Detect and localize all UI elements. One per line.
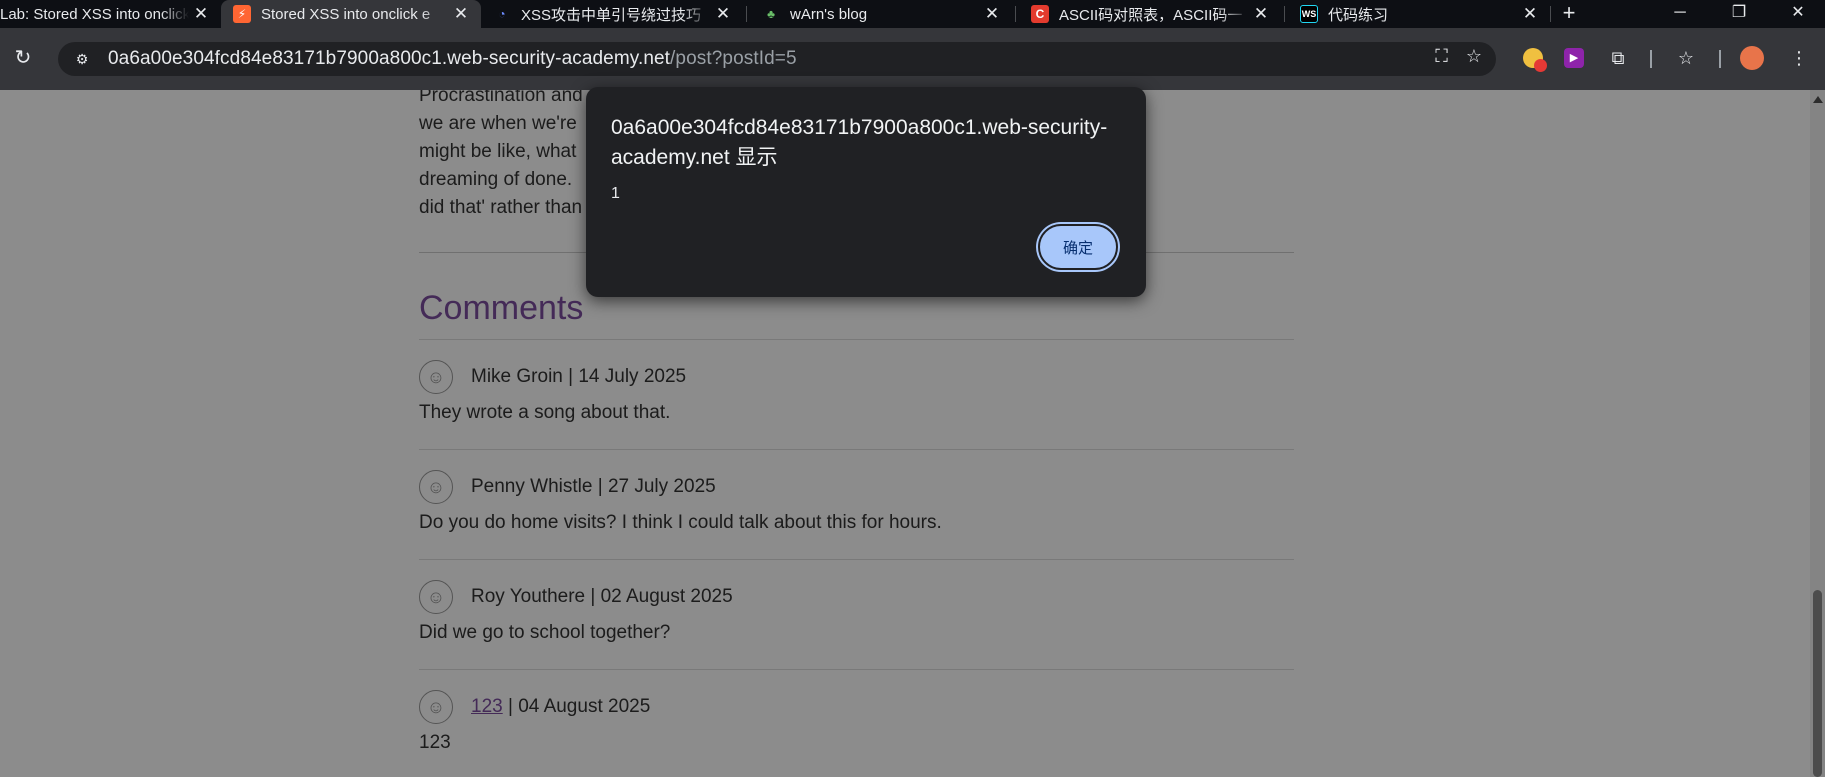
translate-icon[interactable]: ⛶ xyxy=(1435,46,1448,67)
reload-icon[interactable]: ↻ xyxy=(10,46,36,72)
tab-separator xyxy=(1284,6,1285,22)
dialog-title: 0a6a00e304fcd84e83171b7900a800c1.web-sec… xyxy=(611,116,1108,169)
tab-xss-blog[interactable]: ◔ XSS攻击中单引号绕过技巧 ✕ xyxy=(481,0,743,28)
address-bar[interactable]: ⚙ 0a6a00e304fcd84e83171b7900a800c1.web-s… xyxy=(58,42,1496,76)
tab-lab[interactable]: Lab: Stored XSS into onclick ✕ xyxy=(0,0,221,28)
close-icon[interactable]: ✕ xyxy=(1518,4,1542,24)
tab-stored-xss[interactable]: ⚡ Stored XSS into onclick e ✕ xyxy=(221,0,481,28)
close-icon[interactable]: ✕ xyxy=(189,4,213,24)
url-text[interactable]: 0a6a00e304fcd84e83171b7900a800c1.web-sec… xyxy=(108,48,797,70)
portswigger-icon: ⚡ xyxy=(233,5,251,23)
tab-separator xyxy=(1015,6,1016,22)
puzzle-icon[interactable]: ⧉ xyxy=(1604,44,1632,72)
bookmarks-icon[interactable]: ☆ xyxy=(1672,44,1700,72)
restore-icon[interactable]: ❐ xyxy=(1716,0,1762,28)
minimize-icon[interactable]: ─ xyxy=(1657,0,1703,28)
profile-avatar[interactable] xyxy=(1738,44,1766,72)
browser-toolbar: ↻ ⚙ 0a6a00e304fcd84e83171b7900a800c1.web… xyxy=(0,28,1825,90)
tab-title: XSS攻击中单引号绕过技巧 xyxy=(521,6,702,24)
close-icon[interactable]: ✕ xyxy=(711,4,735,24)
tab-ascii[interactable]: C ASCII码对照表，ASCII码一 ✕ xyxy=(1019,0,1281,28)
tab-separator xyxy=(1550,6,1551,22)
tab-strip: Lab: Stored XSS into onclick ✕ ⚡ Stored … xyxy=(0,0,1825,28)
tab-title: wArn's blog xyxy=(790,5,868,23)
webstorm-icon: WS xyxy=(1300,5,1318,23)
dialog-message: 1 xyxy=(611,185,620,202)
video-extension-icon[interactable]: ▶ xyxy=(1560,44,1588,72)
toolbar-separator xyxy=(1650,50,1652,68)
alert-dialog: 0a6a00e304fcd84e83171b7900a800c1.web-sec… xyxy=(586,87,1146,297)
tab-title: Lab: Stored XSS into onclick xyxy=(0,5,189,23)
toolbar-separator xyxy=(1719,50,1721,68)
close-icon[interactable]: ✕ xyxy=(1249,4,1273,24)
tab-warn-blog[interactable]: ♣ wArn's blog ✕ xyxy=(750,0,1012,28)
ok-button[interactable]: 确定 xyxy=(1038,224,1118,270)
extension-icon[interactable] xyxy=(1519,44,1547,72)
tab-title: ASCII码对照表，ASCII码一 xyxy=(1059,6,1243,24)
site-info-icon[interactable]: ⚙ xyxy=(70,47,94,71)
tab-title: Stored XSS into onclick e xyxy=(261,5,431,23)
close-icon[interactable]: ✕ xyxy=(449,4,473,24)
blog-icon: ◔ xyxy=(498,7,506,21)
tab-code[interactable]: WS 代码练习 ✕ xyxy=(1288,0,1550,28)
window-close-icon[interactable]: ✕ xyxy=(1775,0,1821,28)
csdn-icon: C xyxy=(1031,5,1049,23)
url-host: 0a6a00e304fcd84e83171b7900a800c1.web-sec… xyxy=(108,48,671,69)
url-path: /post?postId=5 xyxy=(670,48,797,69)
new-tab-icon[interactable]: + xyxy=(1557,0,1581,28)
tab-title: 代码练习 xyxy=(1328,6,1389,24)
more-menu-icon[interactable]: ⋮ xyxy=(1785,44,1813,72)
plant-icon: ♣ xyxy=(767,7,775,21)
close-icon[interactable]: ✕ xyxy=(980,4,1004,24)
tab-separator xyxy=(746,6,747,22)
bookmark-star-icon[interactable]: ☆ xyxy=(1466,46,1482,67)
